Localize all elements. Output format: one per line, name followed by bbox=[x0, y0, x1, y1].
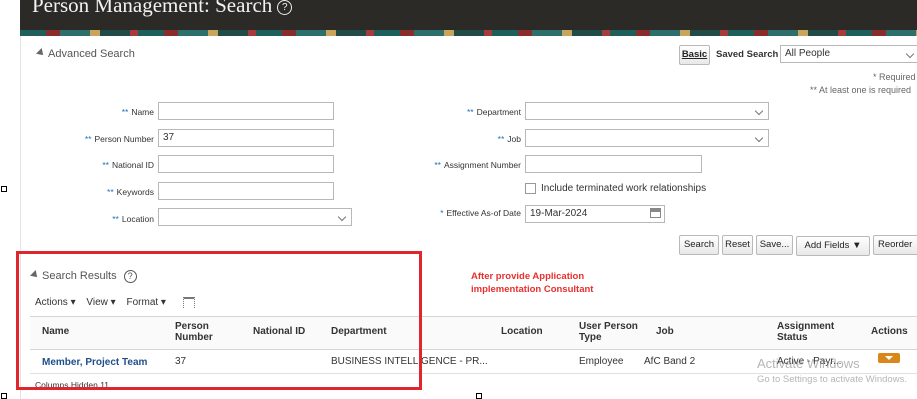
at-least-one-note: ** At least one is required bbox=[810, 85, 912, 95]
windows-watermark-title: Activate Windows bbox=[757, 356, 860, 371]
calendar-icon[interactable] bbox=[650, 208, 661, 218]
add-fields-button[interactable]: Add Fields ▼ bbox=[796, 236, 870, 256]
actions-menu-icon[interactable] bbox=[878, 353, 900, 363]
resize-handle[interactable] bbox=[1, 186, 7, 192]
chevron-down-icon: ▼ bbox=[852, 240, 862, 251]
highlight-box bbox=[16, 251, 422, 390]
effective-date-label: * Effective As-of Date bbox=[440, 208, 521, 218]
basic-button[interactable]: Basic bbox=[679, 45, 710, 65]
include-terminated-label: Include terminated work relationships bbox=[541, 183, 707, 194]
include-terminated-checkbox[interactable] bbox=[525, 183, 536, 194]
resize-handle[interactable] bbox=[476, 393, 482, 399]
row-job: AfC Band 2 bbox=[644, 356, 696, 367]
keywords-input[interactable] bbox=[158, 182, 334, 200]
name-input[interactable] bbox=[158, 102, 334, 120]
windows-watermark-subtitle: Go to Settings to activate Windows. bbox=[757, 374, 907, 385]
save-button[interactable]: Save... bbox=[756, 235, 793, 255]
name-label: ** Name bbox=[121, 107, 154, 117]
location-select[interactable] bbox=[158, 208, 352, 226]
location-label: ** Location bbox=[112, 214, 154, 224]
row-user-person-type: Employee bbox=[579, 356, 624, 367]
annotation-text: After provide Application implementation… bbox=[471, 271, 594, 295]
job-select[interactable] bbox=[525, 129, 769, 147]
col-user-person-type[interactable]: User Person Type bbox=[579, 321, 638, 343]
page-header: Person Management: Search? bbox=[20, 0, 917, 36]
reset-button[interactable]: Reset bbox=[722, 235, 753, 255]
col-actions[interactable]: Actions bbox=[871, 326, 908, 337]
job-label: ** Job bbox=[497, 134, 521, 144]
col-job[interactable]: Job bbox=[656, 326, 674, 337]
resize-handle[interactable] bbox=[1, 393, 7, 399]
assignment-number-label: ** Assignment Number bbox=[434, 160, 521, 170]
page-title: Person Management: Search? bbox=[32, 0, 293, 18]
advanced-search-title: Advanced Search bbox=[48, 48, 135, 60]
department-select[interactable] bbox=[525, 102, 769, 120]
saved-search-select[interactable]: All People bbox=[780, 45, 917, 63]
national-id-input[interactable] bbox=[158, 155, 334, 173]
assignment-number-input[interactable] bbox=[525, 155, 702, 173]
search-button[interactable]: Search bbox=[679, 235, 719, 255]
help-icon[interactable]: ? bbox=[277, 0, 293, 15]
col-location[interactable]: Location bbox=[501, 326, 543, 337]
advanced-search-toggle[interactable]: Advanced Search bbox=[36, 48, 135, 60]
required-note: * Required bbox=[873, 72, 916, 82]
effective-date-input[interactable]: 19-Mar-2024 bbox=[525, 205, 665, 223]
department-label: ** Department bbox=[466, 107, 521, 117]
person-number-input[interactable]: 37 bbox=[158, 129, 334, 147]
national-id-label: ** National ID bbox=[102, 160, 154, 170]
collapse-triangle-icon bbox=[36, 48, 46, 58]
reorder-button[interactable]: Reorder bbox=[873, 235, 917, 255]
header-decoration bbox=[20, 30, 917, 36]
saved-search-label: Saved Search bbox=[716, 49, 779, 60]
keywords-label: ** Keywords bbox=[107, 187, 154, 197]
person-number-label: ** Person Number bbox=[84, 134, 154, 144]
col-assignment-status[interactable]: Assignment Status bbox=[777, 321, 834, 343]
